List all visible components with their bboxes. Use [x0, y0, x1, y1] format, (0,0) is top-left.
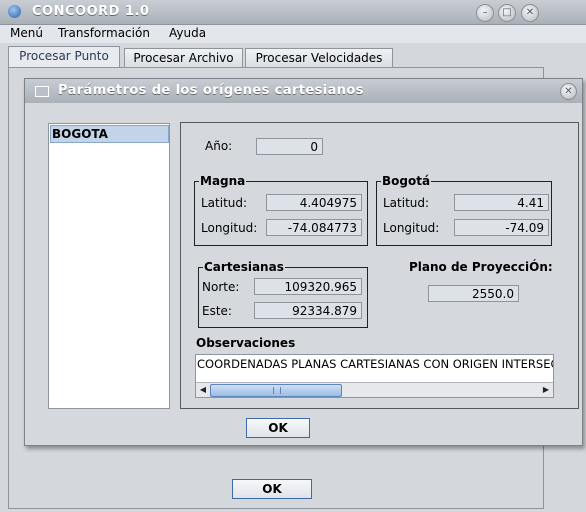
- tab-procesar-velocidades[interactable]: Procesar Velocidades: [245, 48, 393, 68]
- norte-label: Norte:: [202, 280, 240, 294]
- observaciones-text: COORDENADAS PLANAS CARTESIANAS CON ORIGE…: [197, 357, 554, 371]
- menu-ayuda[interactable]: Ayuda: [169, 26, 206, 40]
- magna-group: Magna Latitud: 4.404975 Longitud: -74.08…: [194, 174, 368, 246]
- cartesianas-title: Cartesianas: [203, 260, 285, 274]
- magna-longitud-label: Longitud:: [201, 221, 258, 235]
- anio-label: Año:: [205, 139, 233, 153]
- este-label: Este:: [202, 304, 232, 318]
- bogota-latitud-field[interactable]: 4.41: [454, 194, 549, 211]
- list-item[interactable]: BOGOTA: [50, 125, 169, 143]
- maximize-icon[interactable]: □: [498, 4, 516, 22]
- title-bar: CONCOORD 1.0 – □ ✕: [0, 0, 586, 25]
- close-icon[interactable]: ✕: [521, 4, 539, 22]
- window-title: CONCOORD 1.0: [32, 4, 150, 19]
- scroll-left-icon[interactable]: ◀: [196, 383, 210, 397]
- horizontal-scrollbar[interactable]: ◀ ▶: [196, 382, 553, 397]
- scroll-thumb[interactable]: [210, 384, 342, 397]
- parameters-panel: Año: 0 Magna Latitud: 4.404975 Longitud:…: [180, 122, 579, 409]
- scroll-right-icon[interactable]: ▶: [539, 383, 553, 397]
- magna-longitud-field[interactable]: -74.084773: [266, 219, 362, 236]
- magna-title: Magna: [199, 174, 247, 188]
- origins-dialog: Parámetros de los orígenes cartesianos ✕…: [24, 78, 583, 446]
- magna-latitud-field[interactable]: 4.404975: [266, 194, 362, 211]
- anio-field[interactable]: 0: [256, 138, 323, 155]
- origins-list[interactable]: BOGOTA: [48, 123, 170, 409]
- bogota-longitud-label: Longitud:: [383, 221, 440, 235]
- observaciones-label: Observaciones: [196, 336, 296, 350]
- app-icon: [8, 5, 21, 18]
- cartesianas-group: Cartesianas Norte: 109320.965 Este: 9233…: [198, 260, 368, 328]
- dialog-close-icon[interactable]: ✕: [560, 83, 577, 100]
- este-field[interactable]: 92334.879: [254, 302, 362, 319]
- dialog-title: Parámetros de los orígenes cartesianos: [58, 83, 364, 98]
- bogota-latitud-label: Latitud:: [383, 196, 430, 210]
- plano-label: Plano de ProyecciÓn:: [409, 260, 553, 274]
- menu-transformacion[interactable]: Transformación: [58, 26, 150, 40]
- dialog-title-bar: Parámetros de los orígenes cartesianos ✕: [25, 79, 582, 103]
- tab-procesar-punto[interactable]: Procesar Punto: [8, 46, 120, 69]
- dialog-ok-button[interactable]: OK: [246, 418, 310, 438]
- bogota-title: Bogotá: [381, 174, 432, 188]
- bogota-longitud-field[interactable]: -74.09: [454, 219, 549, 236]
- menu-menu[interactable]: Menú: [10, 26, 43, 40]
- menu-bar: Menú Transformación Ayuda: [0, 25, 586, 43]
- observaciones-textarea[interactable]: COORDENADAS PLANAS CARTESIANAS CON ORIGE…: [195, 354, 554, 398]
- main-ok-button[interactable]: OK: [232, 479, 312, 499]
- window-icon: [35, 86, 49, 97]
- minimize-icon[interactable]: –: [476, 4, 494, 22]
- tab-strip: Procesar Punto Procesar Archivo Procesar…: [0, 43, 586, 69]
- plano-field[interactable]: 2550.0: [428, 285, 519, 302]
- tab-procesar-archivo[interactable]: Procesar Archivo: [124, 48, 243, 68]
- bogota-group: Bogotá Latitud: 4.41 Longitud: -74.09: [376, 174, 552, 246]
- norte-field[interactable]: 109320.965: [254, 278, 362, 295]
- magna-latitud-label: Latitud:: [201, 196, 248, 210]
